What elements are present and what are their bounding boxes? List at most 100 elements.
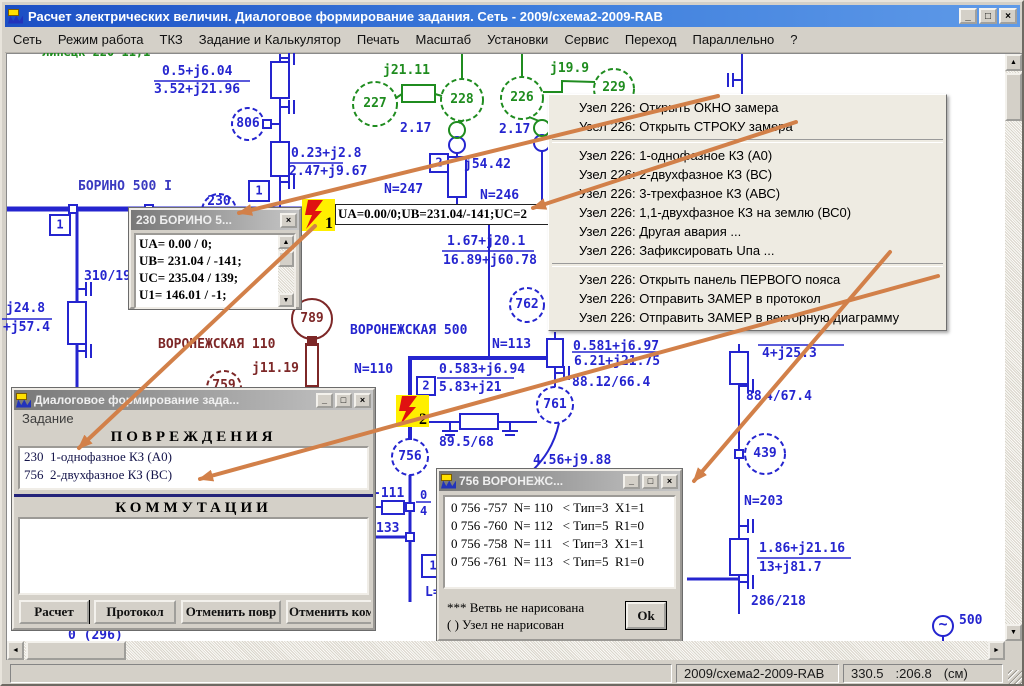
cancel-damage-button[interactable]: Отменить повр (181, 600, 281, 624)
scroll-thumb[interactable] (278, 251, 294, 267)
scroll-left-icon[interactable]: ◄ (7, 641, 24, 660)
ctx-send-vector[interactable]: Узел 226: Отправить ЗАМЕР в векторную ди… (550, 308, 945, 327)
branch-window-titlebar: 756 ВОРОНЕЖС... _ □ × (439, 471, 680, 491)
voltage-row: UC= 235.04 / 139; (136, 269, 294, 286)
status-file-panel: 2009/схема2-2009-RAB (676, 664, 839, 683)
scroll-down-icon[interactable]: ▼ (278, 293, 294, 307)
vertical-scrollbar[interactable]: ▲ ▼ (1005, 54, 1022, 641)
damage-row[interactable]: 756 2-двухфазное КЗ (ВС) (20, 466, 367, 484)
tkz-icon (16, 393, 31, 408)
ok-button[interactable]: Ok (626, 602, 666, 629)
commutation-list[interactable] (18, 517, 369, 595)
scroll-up-icon[interactable]: ▲ (278, 235, 294, 249)
scrollbar-corner (1005, 641, 1022, 660)
status-coords-panel: 330.5 :206.8 (см) (843, 664, 1003, 683)
close-button[interactable]: × (354, 393, 371, 408)
note-line: ( ) Узел не нарисован (447, 616, 584, 633)
branch-window-756: 756 ВОРОНЕЖС... _ □ × 0 756 -757 N= 110 … (437, 469, 682, 641)
status-x: 330.5 (851, 665, 884, 682)
maximize-button[interactable]: □ (979, 8, 997, 24)
dialog-buttons: Расчет Протокол Отменить повр Отменить к… (19, 600, 371, 624)
ctx-kz-3ph[interactable]: Узел 226: 3-трехфазное КЗ (АВС) (550, 184, 945, 203)
minimize-button[interactable]: _ (959, 8, 977, 24)
status-units: (см) (944, 665, 968, 682)
app-icon (8, 9, 23, 24)
menubar: Сеть Режим работа ТКЗ Задание и Калькуля… (5, 27, 1020, 53)
menu-mode[interactable]: Режим работа (50, 32, 152, 47)
menu-scale[interactable]: Масштаб (408, 32, 480, 47)
task-dialog-titlebar: Диалоговое формирование зада... _ □ × (14, 390, 373, 410)
fault-marker-1[interactable]: 1 (302, 199, 335, 231)
ctx-open-window[interactable]: Узел 226: Открыть ОКНО замера (550, 98, 945, 117)
scroll-up-icon[interactable]: ▲ (1005, 54, 1022, 71)
maximize-button[interactable]: □ (642, 474, 659, 489)
scroll-down-icon[interactable]: ▼ (1005, 624, 1022, 641)
voltage-row: U1= 146.01 / -1; (136, 286, 294, 303)
menu-help[interactable]: ? (782, 32, 805, 47)
dialog-menu-task[interactable]: Задание (14, 410, 373, 428)
voltage-row: UB= 231.04 / -141; (136, 252, 294, 269)
menu-set[interactable]: Сеть (5, 32, 50, 47)
scroll-thumb[interactable] (26, 641, 126, 660)
node-context-menu: Узел 226: Открыть ОКНО замера Узел 226: … (548, 94, 947, 331)
task-dialog: Диалоговое формирование зада... _ □ × За… (12, 388, 375, 630)
ctx-open-strip[interactable]: Узел 226: Открыть СТРОКУ замера (550, 117, 945, 136)
titlebar: Расчет электрических величин. Диалоговое… (5, 5, 1020, 27)
ctx-first-belt[interactable]: Узел 226: Открыть панель ПЕРВОГО пояса (550, 270, 945, 289)
fault-marker-2[interactable]: 2 (396, 395, 429, 427)
fault-number: 2 (419, 411, 427, 429)
damage-list[interactable]: 230 1-однофазное КЗ (А0) 756 2-двухфазно… (18, 446, 369, 490)
branch-window-title: 756 ВОРОНЕЖС... (459, 474, 621, 488)
calc-button[interactable]: Расчет (19, 600, 89, 624)
status-y: :206.8 (896, 665, 932, 682)
close-button[interactable]: × (999, 8, 1017, 24)
ctx-kz-11ph[interactable]: Узел 226: 1,1-двухфазное КЗ на землю (ВС… (550, 203, 945, 222)
divider (14, 494, 373, 497)
branch-row[interactable]: 0 756 -757 N= 110 < Тип=3 X1=1 (445, 499, 674, 517)
cancel-commutation-button[interactable]: Отменить комм (286, 600, 371, 624)
menu-tkz[interactable]: ТКЗ (152, 32, 191, 47)
menu-separator (552, 139, 943, 143)
protocol-button[interactable]: Протокол (94, 600, 176, 624)
branch-row[interactable]: 0 756 -761 N= 113 < Тип=5 R1=0 (445, 553, 674, 571)
fault-number: 1 (325, 215, 333, 233)
menu-settings[interactable]: Установки (479, 32, 556, 47)
branch-list[interactable]: 0 756 -757 N= 110 < Тип=3 X1=1 0 756 -76… (443, 495, 676, 589)
tkz-icon (441, 474, 456, 489)
ctx-other-fault[interactable]: Узел 226: Другая авария ... (550, 222, 945, 241)
minimize-button[interactable]: _ (623, 474, 640, 489)
ctx-fix-upa[interactable]: Узел 226: Зафиксировать Uпа ... (550, 241, 945, 260)
menu-print[interactable]: Печать (349, 32, 408, 47)
resize-grip[interactable] (1008, 670, 1022, 684)
app-window: липецк 220 11,1j21.11227228226j19.92290.… (0, 0, 1024, 686)
close-button[interactable]: × (280, 213, 297, 228)
window-title: Расчет электрических величин. Диалоговое… (28, 9, 957, 24)
maximize-button[interactable]: □ (335, 393, 352, 408)
menu-parallel[interactable]: Параллельно (685, 32, 783, 47)
menu-task-calculator[interactable]: Задание и Калькулятор (191, 32, 349, 47)
lightning-icon (397, 396, 421, 426)
damage-header: ПОВРЕЖДЕНИЯ (14, 428, 373, 446)
branch-notes: *** Ветвь не нарисована ( ) Узел не нари… (447, 599, 584, 633)
scroll-thumb[interactable] (1005, 73, 1022, 121)
scrollbar[interactable]: ▲ ▼ (278, 235, 294, 307)
measure-window-title: 230 БОРИНО 5... (136, 213, 278, 227)
ctx-send-protocol[interactable]: Узел 226: Отправить ЗАМЕР в протокол (550, 289, 945, 308)
task-dialog-title: Диалоговое формирование зада... (34, 393, 314, 407)
horizontal-scrollbar[interactable]: ◄ ► (7, 641, 1005, 660)
menu-goto[interactable]: Переход (617, 32, 685, 47)
menu-service[interactable]: Сервис (556, 32, 617, 47)
scroll-right-icon[interactable]: ► (988, 641, 1005, 660)
branch-row[interactable]: 0 756 -760 N= 112 < Тип=5 R1=0 (445, 517, 674, 535)
commutation-header: КОММУТАЦИИ (14, 499, 373, 517)
branch-row[interactable]: 0 756 -758 N= 111 < Тип=3 X1=1 (445, 535, 674, 553)
ctx-kz-1ph[interactable]: Узел 226: 1-однофазное КЗ (А0) (550, 146, 945, 165)
voltage-row: UA= 0.00 / 0; (136, 235, 294, 252)
close-button[interactable]: × (661, 474, 678, 489)
damage-row[interactable]: 230 1-однофазное КЗ (А0) (20, 448, 367, 466)
measure-window-230: 230 БОРИНО 5... × UA= 0.00 / 0; UB= 231.… (129, 208, 301, 309)
ctx-kz-2ph[interactable]: Узел 226: 2-двухфазное КЗ (ВС) (550, 165, 945, 184)
measure-window-titlebar: 230 БОРИНО 5... × (131, 210, 299, 230)
minimize-button[interactable]: _ (316, 393, 333, 408)
voltage-list[interactable]: UA= 0.00 / 0; UB= 231.04 / -141; UC= 235… (134, 233, 296, 309)
